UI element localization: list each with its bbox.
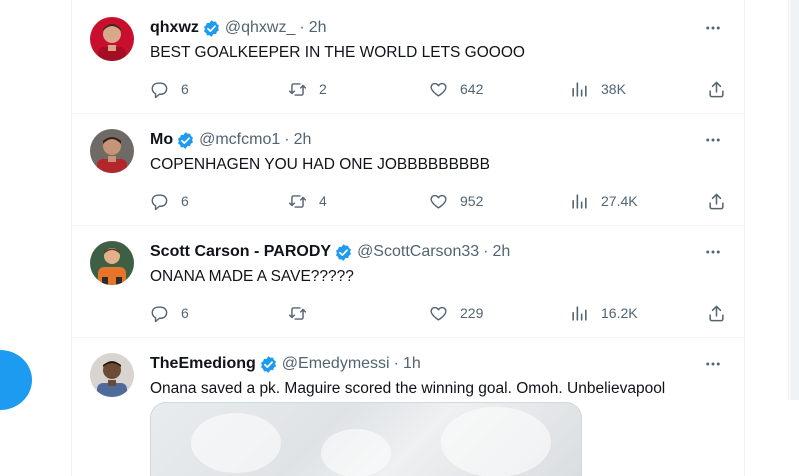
like-count: 952: [460, 193, 484, 209]
separator: ·: [284, 131, 290, 148]
retweet-count: 2: [319, 81, 327, 97]
views-count: 27.4K: [601, 193, 638, 209]
display-name[interactable]: TheEmediong: [150, 355, 256, 373]
share-button[interactable]: [707, 190, 726, 212]
reply-count: 6: [181, 305, 189, 321]
more-horizontal-icon[interactable]: [702, 353, 724, 375]
heart-icon: [430, 306, 447, 321]
reply-icon: [151, 305, 168, 322]
verified-badge-icon: [336, 243, 352, 261]
avatar[interactable]: [90, 353, 134, 397]
image-texture: [441, 407, 551, 476]
reply-button[interactable]: 6: [150, 190, 189, 212]
tweet-header: Mo @mcfcmo1 · 2h: [150, 129, 311, 151]
reply-button[interactable]: 6: [150, 78, 189, 100]
tweet-actions: 6 229 16.2K: [150, 302, 730, 324]
timeline: qhxwz @qhxwz_ · 2h BEST GOALKEEPER IN TH…: [71, 0, 745, 476]
avatar[interactable]: [90, 241, 134, 285]
views-button[interactable]: 16.2K: [570, 302, 638, 324]
compose-post-button[interactable]: [0, 350, 32, 410]
display-name[interactable]: Scott Carson - PARODY: [150, 243, 331, 261]
like-button[interactable]: 952: [429, 190, 483, 212]
views-button[interactable]: 38K: [570, 78, 626, 100]
retweet-icon: [288, 306, 307, 320]
tweet-text: COPENHAGEN YOU HAD ONE JOBBBBBBBBB: [150, 156, 490, 173]
user-handle[interactable]: @ScottCarson33: [357, 243, 479, 261]
reply-button[interactable]: 6: [150, 302, 189, 324]
user-handle[interactable]: @mcfcmo1: [199, 131, 280, 149]
tweet-media-image[interactable]: [150, 402, 582, 476]
views-count: 38K: [601, 81, 626, 97]
retweet-button[interactable]: [288, 302, 319, 324]
tweet[interactable]: Scott Carson - PARODY @ScottCarson33 · 2…: [72, 226, 744, 338]
avatar[interactable]: [90, 17, 134, 61]
separator: ·: [299, 19, 305, 36]
tweet[interactable]: qhxwz @qhxwz_ · 2h BEST GOALKEEPER IN TH…: [72, 0, 744, 114]
share-icon: [709, 193, 724, 209]
share-icon: [709, 81, 724, 97]
verified-badge-icon: [178, 131, 194, 149]
user-handle[interactable]: @qhxwz_: [225, 19, 296, 37]
views-chart-icon: [572, 81, 587, 97]
tweet[interactable]: TheEmediong @Emedymessi · 1h Onana saved…: [72, 338, 744, 476]
views-count: 16.2K: [601, 305, 638, 321]
user-handle[interactable]: @Emedymessi: [282, 355, 390, 373]
like-count: 642: [460, 81, 484, 97]
separator: ·: [393, 355, 399, 372]
more-horizontal-icon[interactable]: [702, 129, 724, 151]
display-name[interactable]: qhxwz: [150, 19, 199, 37]
timestamp[interactable]: 2h: [294, 131, 312, 149]
retweet-button[interactable]: 2: [288, 78, 327, 100]
tweet-text: BEST GOALKEEPER IN THE WORLD LETS GOOOO: [150, 44, 525, 61]
scrollbar-thumb[interactable]: [791, 0, 799, 400]
image-texture: [321, 429, 391, 476]
tweet-text: Onana saved a pk. Maguire scored the win…: [150, 380, 666, 397]
reply-icon: [151, 81, 168, 98]
tweet-actions: 6 2 642 38K: [150, 78, 730, 100]
tweet-text: ONANA MADE A SAVE?????: [150, 268, 354, 285]
timestamp[interactable]: 2h: [309, 19, 327, 37]
heart-icon: [430, 194, 447, 209]
share-button[interactable]: [707, 78, 726, 100]
verified-badge-icon: [260, 355, 276, 373]
retweet-icon: [288, 194, 307, 208]
timestamp[interactable]: 2h: [492, 243, 510, 261]
like-count: 229: [460, 305, 484, 321]
separator: ·: [483, 243, 489, 260]
avatar[interactable]: [90, 129, 134, 173]
retweet-button[interactable]: 4: [288, 190, 327, 212]
heart-icon: [430, 82, 447, 97]
views-chart-icon: [572, 305, 587, 321]
image-texture: [191, 413, 281, 473]
display-name[interactable]: Mo: [150, 131, 173, 149]
like-button[interactable]: 229: [429, 302, 483, 324]
reply-icon: [151, 193, 168, 210]
sidebar-scrollbar[interactable]: [788, 0, 799, 400]
verified-badge-icon: [203, 19, 219, 37]
tweet-header: TheEmediong @Emedymessi · 1h: [150, 353, 421, 375]
timestamp[interactable]: 1h: [403, 355, 421, 373]
views-button[interactable]: 27.4K: [570, 190, 638, 212]
tweet-actions: 6 4 952 27.4K: [150, 190, 730, 212]
tweet[interactable]: Mo @mcfcmo1 · 2h COPENHAGEN YOU HAD ONE …: [72, 114, 744, 226]
share-button[interactable]: [707, 302, 726, 324]
like-button[interactable]: 642: [429, 78, 483, 100]
more-horizontal-icon[interactable]: [702, 17, 724, 39]
tweet-header: Scott Carson - PARODY @ScottCarson33 · 2…: [150, 241, 510, 263]
share-icon: [709, 305, 724, 321]
tweet-header: qhxwz @qhxwz_ · 2h: [150, 17, 327, 39]
reply-count: 6: [181, 193, 189, 209]
retweet-count: 4: [319, 193, 327, 209]
reply-count: 6: [181, 81, 189, 97]
more-horizontal-icon[interactable]: [702, 241, 724, 263]
retweet-icon: [288, 82, 307, 96]
views-chart-icon: [572, 193, 587, 209]
